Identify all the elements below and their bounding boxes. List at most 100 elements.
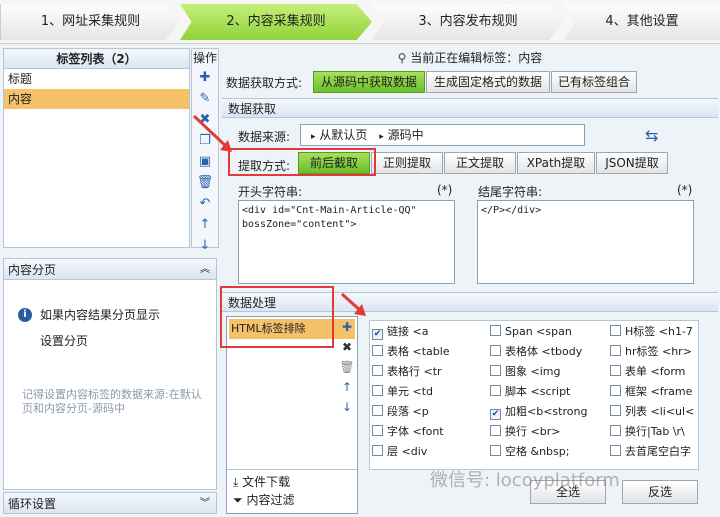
- editing-status: ⚲ 当前正在编辑标签：内容: [222, 48, 718, 68]
- processing-toolbar: ✚ ✖ 🗑 ↑ ↓: [336, 320, 358, 420]
- checkbox-box[interactable]: [610, 445, 621, 456]
- checkbox-5-0[interactable]: 字体 <font: [372, 423, 488, 441]
- source-path-page[interactable]: 从默认页: [319, 128, 367, 142]
- tag-item-content[interactable]: 内容: [4, 89, 189, 109]
- content-filter-item[interactable]: ⏷ 内容过滤: [233, 491, 294, 509]
- highlight-arrow-2: [340, 292, 366, 316]
- checkbox-box[interactable]: [610, 385, 621, 396]
- checkbox-box[interactable]: [610, 425, 621, 436]
- checkbox-box[interactable]: [372, 425, 383, 436]
- data-fetch-header: 数据获取: [222, 98, 718, 118]
- extract-json-button[interactable]: JSON提取: [596, 152, 668, 174]
- checkbox-0-0[interactable]: ✔ 链接 <a: [372, 323, 488, 341]
- add-icon[interactable]: ✚: [336, 320, 358, 340]
- trash-icon[interactable]: 🗑: [192, 172, 218, 193]
- checkbox-3-1[interactable]: 脚本 <script: [490, 383, 606, 401]
- start-string-input[interactable]: <div id="Cnt-Main-Article-QQ" bossZone="…: [238, 200, 455, 284]
- checkbox-4-0[interactable]: 段落 <p: [372, 403, 488, 421]
- move-up-icon[interactable]: ↑: [192, 214, 218, 235]
- checkbox-0-1[interactable]: Span <span: [490, 323, 606, 341]
- checkbox-box[interactable]: [610, 365, 621, 376]
- checkbox-label: 图象 <img: [505, 365, 561, 378]
- source-path[interactable]: ▸ 从默认页 ▸ 源码中: [300, 124, 585, 146]
- end-string-input[interactable]: </P></div>: [477, 200, 694, 284]
- file-download-item[interactable]: ⤓ 文件下载: [233, 473, 290, 491]
- extract-body-button[interactable]: 正文提取: [444, 152, 516, 174]
- step-content-rules[interactable]: 2、内容采集规则: [180, 4, 372, 40]
- checkbox-box[interactable]: [372, 345, 383, 356]
- checkbox-3-2[interactable]: 框架 <frame: [610, 383, 698, 401]
- set-paging-link[interactable]: 设置分页: [40, 332, 88, 349]
- checkbox-2-2[interactable]: 表单 <form: [610, 363, 698, 381]
- step-publish-rules[interactable]: 3、内容发布规则: [372, 4, 564, 40]
- checkbox-6-2[interactable]: 去首尾空白字: [610, 443, 698, 461]
- checkbox-label: 加粗<b<strong: [505, 405, 588, 418]
- source-path-code[interactable]: 源码中: [388, 128, 424, 142]
- paging-note: 记得设置内容标签的数据来源:在默认页和内容分页-源码中: [22, 388, 202, 415]
- checkbox-label: 单元 <td: [387, 385, 434, 398]
- undo-icon[interactable]: ↶: [192, 193, 218, 214]
- checkbox-4-2[interactable]: 列表 <li<ul<: [610, 403, 698, 421]
- tag-item-title[interactable]: 标题: [4, 69, 189, 89]
- extract-xpath-button[interactable]: XPath提取: [517, 152, 595, 174]
- start-string-label: 开头字符串:: [238, 185, 303, 199]
- step-other-settings[interactable]: 4、其他设置: [564, 4, 720, 40]
- editing-label: 当前正在编辑标签：内容: [410, 51, 543, 65]
- move-up-icon[interactable]: ↑: [336, 380, 358, 400]
- add-icon[interactable]: ✚: [192, 67, 218, 88]
- checkbox-label: 去首尾空白字: [625, 445, 691, 458]
- paging-panel: i 如果内容结果分页显示 设置分页 记得设置内容标签的数据来源:在默认页和内容分…: [3, 280, 217, 490]
- checkbox-box[interactable]: [610, 345, 621, 356]
- paging-header[interactable]: 内容分页 ︽: [3, 258, 217, 280]
- wizard-steps: 1、网址采集规则 2、内容采集规则 3、内容发布规则 4、其他设置: [0, 0, 720, 44]
- info-icon: i: [18, 306, 32, 322]
- highlight-box-extract: [228, 148, 376, 176]
- refresh-icon[interactable]: ⇆: [645, 126, 658, 145]
- checkbox-box[interactable]: ✔: [490, 409, 501, 420]
- checkbox-2-0[interactable]: 表格行 <tr: [372, 363, 488, 381]
- fetch-fixed-format-button[interactable]: 生成固定格式的数据: [426, 71, 550, 93]
- checkbox-5-1[interactable]: 换行 <br>: [490, 423, 606, 441]
- checkbox-box[interactable]: [372, 385, 383, 396]
- step-url-rules[interactable]: 1、网址采集规则: [0, 4, 180, 40]
- move-down-icon[interactable]: ↓: [192, 235, 218, 256]
- fetch-from-source-button[interactable]: 从源码中获取数据: [313, 71, 425, 93]
- checkbox-label: Span <span: [505, 325, 572, 338]
- checkbox-1-0[interactable]: 表格 <table: [372, 343, 488, 361]
- html-tag-checkbox-grid: ✔ 链接 <a Span <span H标签 <h1-7 表格 <table 表格体 <t…: [369, 320, 699, 470]
- checkbox-box[interactable]: [372, 405, 383, 416]
- checkbox-2-1[interactable]: 图象 <img: [490, 363, 606, 381]
- trash-icon[interactable]: 🗑: [336, 360, 358, 380]
- checkbox-box[interactable]: [490, 365, 501, 376]
- checkbox-6-1[interactable]: 空格 &nbsp;: [490, 443, 606, 461]
- checkbox-0-2[interactable]: H标签 <h1-7: [610, 323, 698, 341]
- checkbox-box[interactable]: [490, 445, 501, 456]
- expand-icon[interactable]: ︾: [200, 493, 210, 515]
- tag-list-panel: 标签列表（2） 标题 内容: [3, 48, 190, 248]
- move-down-icon[interactable]: ↓: [336, 400, 358, 420]
- extract-regex-button[interactable]: 正则提取: [371, 152, 443, 174]
- download-icon: ⤓: [233, 475, 239, 489]
- checkbox-4-1[interactable]: ✔ 加粗<b<strong: [490, 403, 606, 421]
- fetch-combined-button[interactable]: 已有标签组合: [551, 71, 637, 93]
- checkbox-box[interactable]: [610, 405, 621, 416]
- checkbox-box[interactable]: [372, 445, 383, 456]
- checkbox-box[interactable]: [490, 345, 501, 356]
- checkbox-box[interactable]: [490, 385, 501, 396]
- end-required-mark: (*): [677, 183, 693, 197]
- checkbox-box[interactable]: ✔: [372, 329, 383, 340]
- checkbox-1-2[interactable]: hr标签 <hr>: [610, 343, 698, 361]
- loop-settings-header[interactable]: 循环设置 ︾: [3, 492, 217, 514]
- checkbox-box[interactable]: [610, 325, 621, 336]
- invert-selection-button[interactable]: 反选: [622, 480, 698, 504]
- delete-icon[interactable]: ✖: [336, 340, 358, 360]
- checkbox-3-0[interactable]: 单元 <td: [372, 383, 488, 401]
- checkbox-box[interactable]: [490, 425, 501, 436]
- checkbox-box[interactable]: [372, 365, 383, 376]
- checkbox-1-1[interactable]: 表格体 <tbody: [490, 343, 606, 361]
- collapse-icon[interactable]: ︽: [200, 259, 210, 281]
- checkbox-5-2[interactable]: 换行|Tab \r\: [610, 423, 698, 441]
- checkbox-6-0[interactable]: 层 <div: [372, 443, 488, 461]
- edit-icon[interactable]: ✎: [192, 88, 218, 109]
- checkbox-box[interactable]: [490, 325, 501, 336]
